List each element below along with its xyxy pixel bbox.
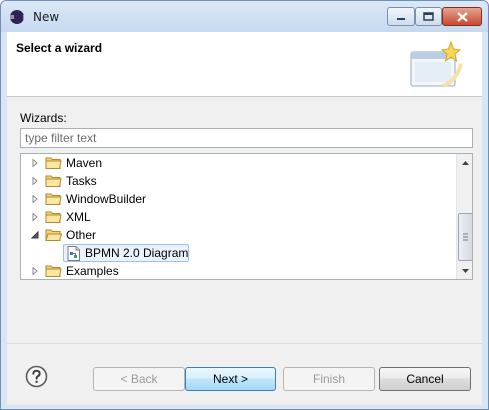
close-icon — [456, 11, 468, 22]
expand-arrow-icon[interactable] — [31, 213, 39, 221]
tree-item-bpmn-diagram[interactable]: BPMN 2.0 Diagram — [21, 244, 455, 262]
finish-button[interactable]: Finish — [283, 367, 375, 391]
filter-input[interactable] — [20, 128, 473, 148]
scroll-down-icon — [462, 268, 469, 273]
new-wizard-banner-icon — [410, 40, 463, 88]
wizard-header: Select a wizard — [7, 32, 482, 97]
footer-divider — [7, 343, 482, 344]
wizards-label: Wizards: — [20, 111, 67, 125]
tree-item-label: BPMN 2.0 Diagram — [85, 246, 189, 260]
expand-arrow-icon[interactable] — [31, 159, 39, 167]
scroll-up-button[interactable] — [457, 154, 472, 171]
minimize-button[interactable] — [387, 7, 415, 26]
expand-arrow-icon[interactable] — [31, 195, 39, 203]
dialog-content: Select a wizard Wizards: Maven Ta — [7, 32, 482, 405]
tree-item-label: XML — [66, 210, 91, 224]
collapse-arrow-icon[interactable] — [31, 231, 39, 239]
tree-item-label: Maven — [66, 156, 103, 170]
tree-item-label: Examples — [66, 264, 119, 278]
tree-item-other[interactable]: Other — [21, 226, 455, 244]
tree-item-label: Tasks — [66, 174, 97, 188]
vertical-scrollbar[interactable] — [456, 154, 472, 279]
back-button[interactable]: < Back — [93, 367, 185, 391]
tree-item-examples[interactable]: Examples — [21, 262, 455, 279]
eclipse-icon — [10, 10, 24, 24]
wizard-tree[interactable]: Maven Tasks WindowBuilder XML Other BPMN… — [20, 153, 473, 280]
title-bar[interactable]: New — [1, 1, 488, 32]
dialog-window: New Select a wizard Wizards: type filter… — [0, 0, 489, 410]
tree-item-label: WindowBuilder — [66, 192, 147, 206]
tree-item-windowbuilder[interactable]: WindowBuilder — [21, 190, 455, 208]
bpmn-file-icon — [67, 246, 80, 261]
folder-icon — [45, 265, 62, 277]
tree-item-maven[interactable]: Maven — [21, 154, 455, 172]
next-button[interactable]: Next > — [185, 367, 276, 391]
window-title: New — [33, 10, 60, 24]
maximize-icon — [423, 12, 434, 21]
cancel-button[interactable]: Cancel — [379, 367, 471, 391]
scroll-down-button[interactable] — [457, 262, 472, 279]
help-icon[interactable] — [25, 365, 48, 388]
tree-item-label: Other — [66, 228, 97, 242]
folder-icon — [45, 175, 62, 187]
maximize-button[interactable] — [415, 7, 442, 26]
folder-icon — [45, 157, 62, 169]
tree-item-tasks[interactable]: Tasks — [21, 172, 455, 190]
minimize-icon — [397, 17, 405, 20]
scroll-up-icon — [462, 160, 469, 165]
folder-icon — [45, 193, 62, 205]
expand-arrow-icon[interactable] — [31, 177, 39, 185]
grip-icon — [463, 233, 468, 241]
open-folder-icon — [45, 229, 62, 241]
page-title: Select a wizard — [16, 41, 103, 55]
expand-arrow-icon[interactable] — [31, 267, 39, 275]
folder-icon — [45, 211, 62, 223]
scroll-thumb[interactable] — [458, 213, 472, 261]
tree-item-xml[interactable]: XML — [21, 208, 455, 226]
close-button[interactable] — [442, 7, 482, 26]
